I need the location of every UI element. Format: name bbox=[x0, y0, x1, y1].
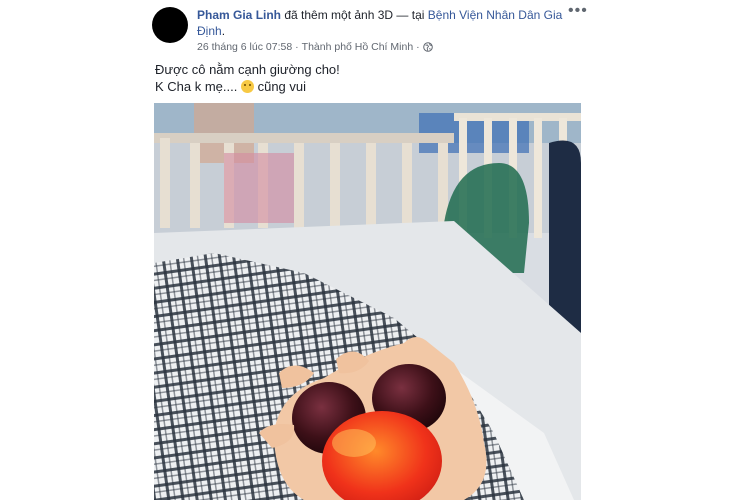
post-meta: 26 tháng 6 lúc 07:58 · Thành phố Hồ Chí … bbox=[197, 41, 433, 53]
hospital-bed-photo bbox=[154, 103, 581, 500]
more-options-icon[interactable]: ••• bbox=[568, 3, 587, 20]
avatar[interactable] bbox=[152, 7, 188, 43]
facebook-post: Pham Gia Linh đã thêm một ảnh 3D — tại B… bbox=[0, 0, 750, 500]
smiling-face-emoji-icon bbox=[240, 80, 254, 93]
caption-line-1: Được cô nằm cạnh giường cho! bbox=[155, 62, 340, 77]
city-link[interactable]: Thành phố Hồ Chí Minh bbox=[302, 41, 413, 53]
caption-line-2-end: cũng vui bbox=[253, 79, 307, 94]
post-caption: Được cô nằm cạnh giường cho! K Cha k mẹ.… bbox=[155, 61, 340, 95]
meta-separator-2: · bbox=[416, 41, 420, 53]
post-header: Pham Gia Linh đã thêm một ảnh 3D — tại B… bbox=[197, 7, 567, 39]
globe-icon[interactable] bbox=[422, 42, 433, 52]
timestamp-link[interactable]: 26 tháng 6 lúc 07:58 bbox=[197, 41, 292, 53]
caption-line-2: K Cha k mẹ.... cũng vui bbox=[155, 78, 340, 95]
post-photo-3d[interactable] bbox=[154, 103, 581, 500]
action-text: đã thêm một ảnh 3D — tại bbox=[281, 8, 428, 22]
author-name-link[interactable]: Pham Gia Linh bbox=[197, 8, 281, 22]
location-suffix: . bbox=[221, 24, 226, 38]
caption-line-2-text: K Cha k mẹ.... bbox=[155, 79, 241, 94]
meta-separator: · bbox=[295, 41, 299, 53]
